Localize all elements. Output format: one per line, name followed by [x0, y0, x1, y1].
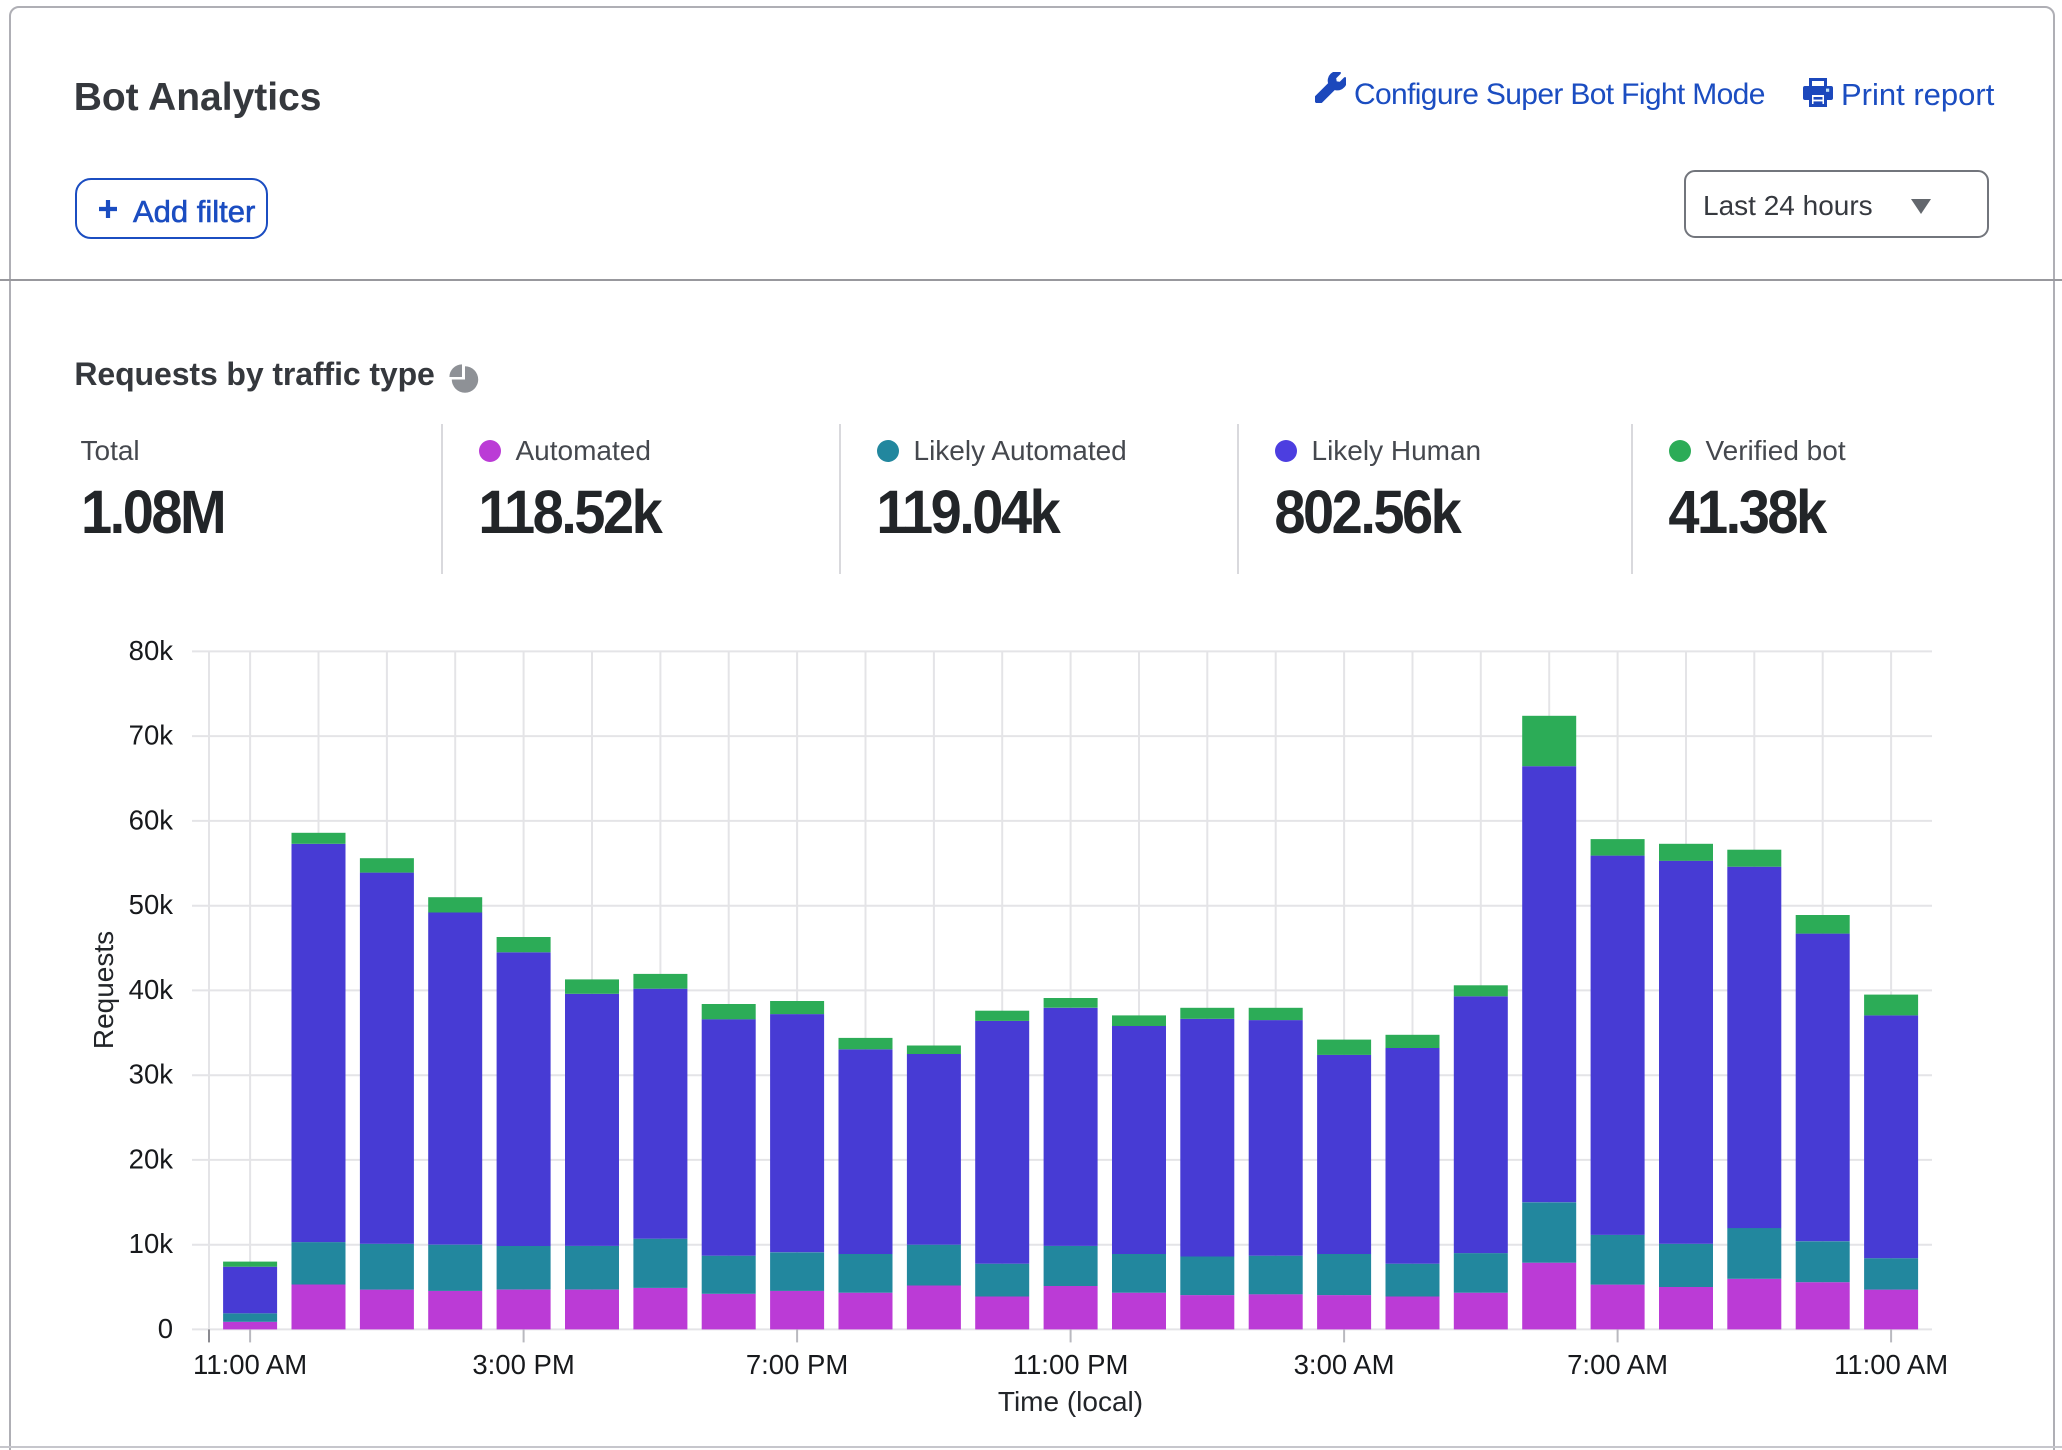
svg-text:11:00 PM: 11:00 PM — [1013, 1349, 1129, 1380]
svg-text:80k: 80k — [129, 635, 174, 666]
svg-text:7:00 AM: 7:00 AM — [1567, 1349, 1668, 1380]
svg-text:10k: 10k — [129, 1228, 174, 1259]
svg-text:60k: 60k — [129, 804, 174, 835]
svg-text:Requests: Requests — [88, 931, 119, 1049]
svg-text:70k: 70k — [129, 720, 174, 751]
svg-text:11:00 AM: 11:00 AM — [1834, 1349, 1948, 1380]
svg-text:0: 0 — [158, 1313, 173, 1344]
svg-text:30k: 30k — [129, 1059, 174, 1090]
svg-text:20k: 20k — [129, 1143, 174, 1174]
svg-text:Time (local): Time (local) — [998, 1386, 1143, 1417]
svg-text:3:00 PM: 3:00 PM — [472, 1349, 574, 1380]
svg-text:3:00 AM: 3:00 AM — [1294, 1349, 1395, 1380]
svg-text:11:00 AM: 11:00 AM — [193, 1349, 307, 1380]
svg-text:40k: 40k — [129, 974, 174, 1005]
svg-text:7:00 PM: 7:00 PM — [746, 1349, 848, 1380]
svg-text:50k: 50k — [129, 889, 174, 920]
